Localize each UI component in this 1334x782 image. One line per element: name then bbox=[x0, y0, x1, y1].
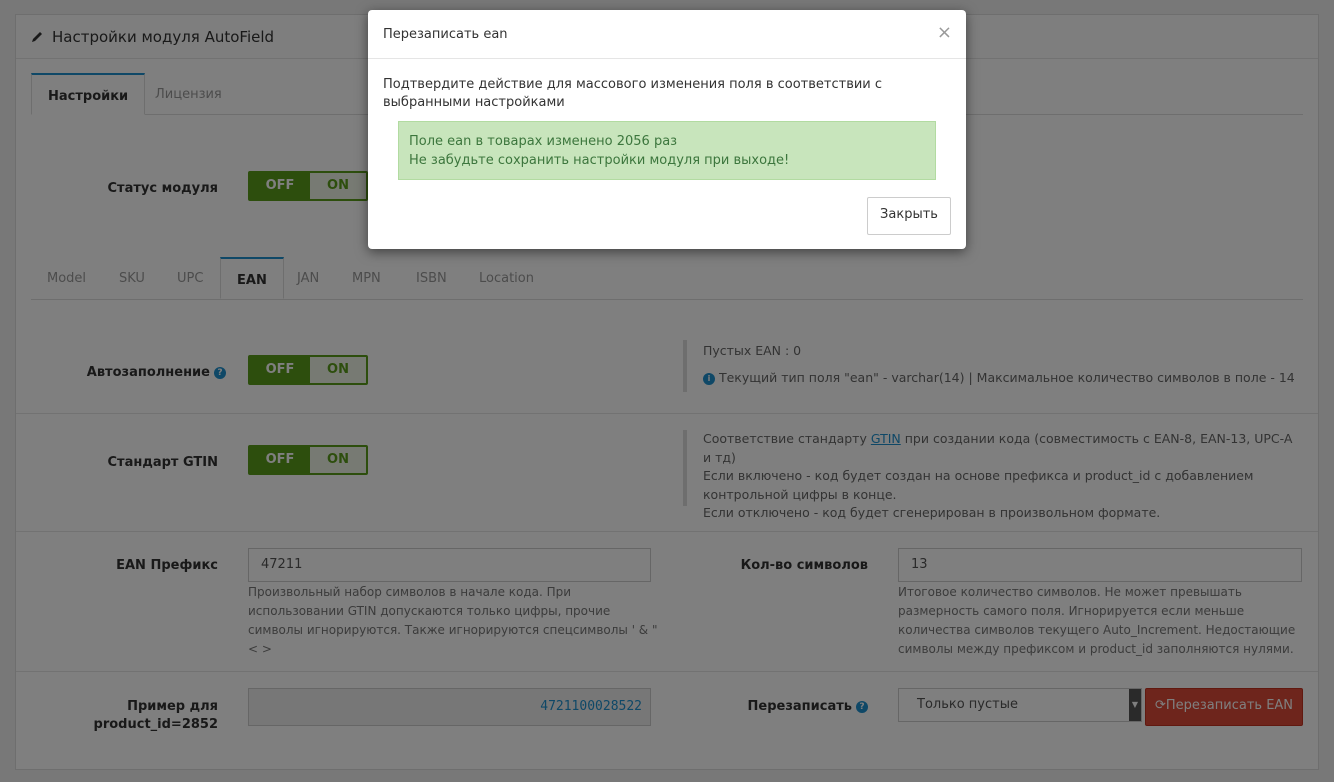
success-alert: Поле ean в товарах изменено 2056 раз Не … bbox=[398, 121, 936, 180]
close-icon[interactable]: × bbox=[937, 22, 952, 43]
overwrite-modal: Перезаписать ean × Подтвердите действие … bbox=[368, 10, 966, 249]
modal-title: Перезаписать ean bbox=[383, 26, 508, 42]
close-button[interactable]: Закрыть bbox=[867, 197, 951, 235]
modal-text: Подтвердите действие для массового измен… bbox=[383, 77, 883, 110]
modal-header: Перезаписать ean bbox=[368, 10, 966, 59]
alert-line2: Не забудьте сохранить настройки модуля п… bbox=[409, 153, 790, 168]
alert-line1: Поле ean в товарах изменено 2056 раз bbox=[409, 134, 678, 149]
